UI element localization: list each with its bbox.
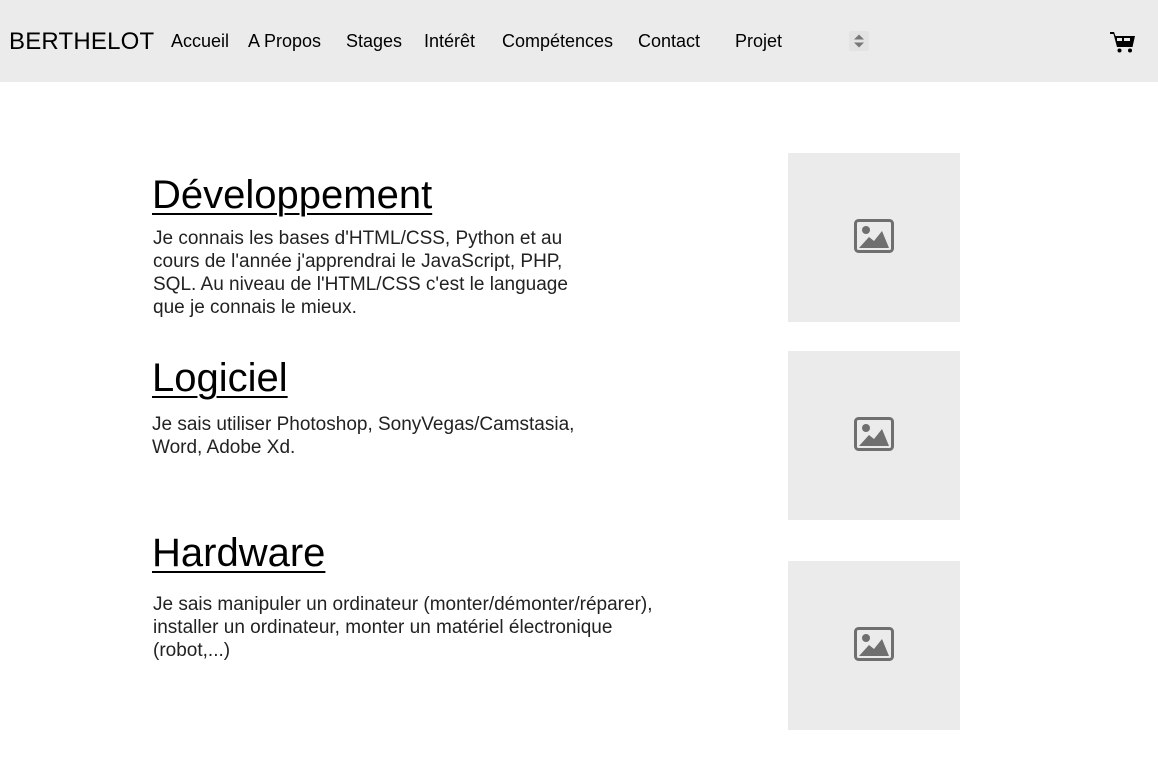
nav-link-contact[interactable]: Contact	[638, 31, 700, 51]
section-title: Développement	[152, 173, 433, 217]
brand-logo-text[interactable]: BERTHELOT	[9, 28, 154, 56]
image-placeholder-icon	[854, 627, 894, 661]
section-logiciel: Logiciel Je sais utiliser Photoshop, Son…	[152, 356, 612, 459]
nav-link-projet[interactable]: Projet	[735, 31, 782, 51]
nav-link-a-propos[interactable]: A Propos	[248, 31, 321, 51]
nav-link-competences[interactable]: Compétences	[502, 31, 613, 51]
section-text: Je sais manipuler un ordinateur (monter/…	[153, 594, 653, 661]
section-text: Je connais les bases d'HTML/CSS, Python …	[153, 228, 568, 318]
image-placeholder-icon	[854, 417, 894, 451]
nav-link-interet[interactable]: Intérêt	[424, 31, 475, 51]
image-placeholder-icon	[854, 219, 894, 253]
section-hardware: Hardware Je sais manipuler un ordinateur…	[152, 531, 692, 662]
section-developpement: Développement Je connais les bases d'HTM…	[152, 173, 612, 319]
section-title: Hardware	[152, 531, 326, 575]
navbar: BERTHELOT Accueil A Propos Stages Intérê…	[0, 0, 1158, 82]
section-title: Logiciel	[152, 356, 288, 400]
section-text: Je sais utiliser Photoshop, SonyVegas/Ca…	[152, 414, 575, 458]
cart-icon[interactable]	[1109, 29, 1136, 53]
image-placeholder	[788, 351, 960, 520]
nav-link-accueil[interactable]: Accueil	[171, 31, 229, 51]
image-placeholder	[788, 153, 960, 322]
image-placeholder	[788, 561, 960, 730]
nav-link-stages[interactable]: Stages	[346, 31, 402, 51]
up-down-arrows-icon[interactable]	[849, 31, 869, 51]
